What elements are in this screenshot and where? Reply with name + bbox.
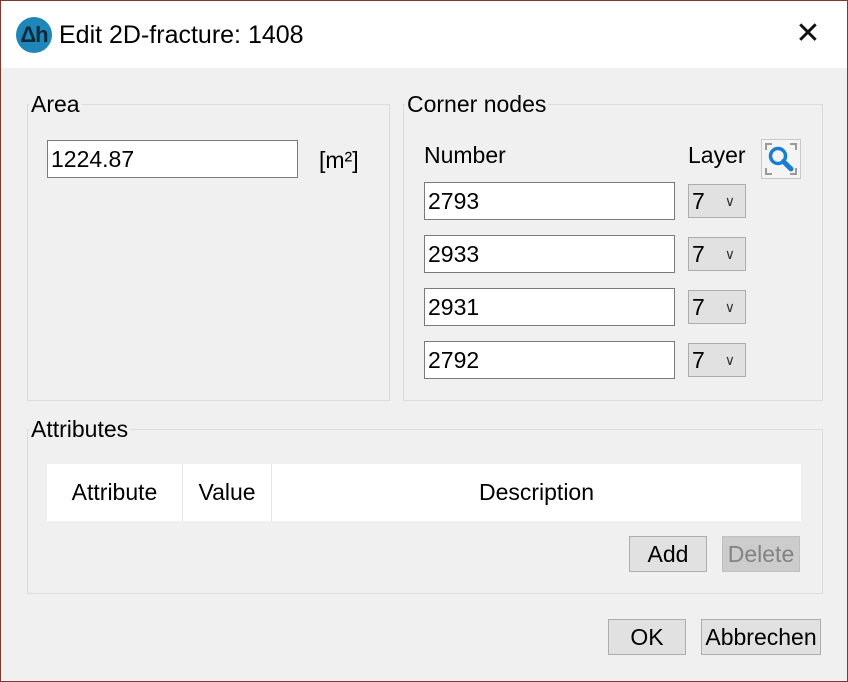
layer-select-value: 7 <box>692 241 705 267</box>
layer-select-value: 7 <box>692 347 705 373</box>
layer-select-4[interactable]: 7 ∨ <box>688 343 746 377</box>
column-header-description[interactable]: Description <box>272 464 801 521</box>
chevron-down-icon: ∨ <box>724 352 735 368</box>
number-column-header: Number <box>424 142 506 168</box>
attributes-table[interactable]: Attribute Value Description <box>47 464 801 521</box>
close-icon[interactable]: ✕ <box>791 19 825 49</box>
corner-nodes-group-title: Corner nodes <box>405 91 549 118</box>
node-number-input-3[interactable]: 2931 <box>424 288 675 326</box>
ok-button[interactable]: OK <box>608 619 686 655</box>
layer-select-value: 7 <box>692 188 705 214</box>
app-logo-icon: Δh <box>16 17 52 53</box>
chevron-down-icon: ∨ <box>724 299 735 315</box>
layer-select-value: 7 <box>692 294 705 320</box>
layer-select-2[interactable]: 7 ∨ <box>688 237 746 271</box>
layer-select-1[interactable]: 7 ∨ <box>688 184 746 218</box>
dialog-window: Δh Edit 2D-fracture: 1408 ✕ Area 1224.87… <box>0 0 848 682</box>
layer-column-header: Layer <box>688 142 746 168</box>
window-title: Edit 2D-fracture: 1408 <box>59 21 304 49</box>
add-attribute-button[interactable]: Add <box>629 536 707 572</box>
column-header-value[interactable]: Value <box>183 464 272 521</box>
chevron-down-icon: ∨ <box>724 246 735 262</box>
area-unit-label: [m²] <box>319 147 359 173</box>
area-input[interactable]: 1224.87 <box>47 140 298 178</box>
title-bar[interactable]: Δh Edit 2D-fracture: 1408 ✕ <box>1 1 847 68</box>
node-number-input-4[interactable]: 2792 <box>424 341 675 379</box>
area-group-title: Area <box>29 91 82 118</box>
node-number-input-1[interactable]: 2793 <box>424 182 675 220</box>
attributes-group-title: Attributes <box>29 416 131 443</box>
magnifier-icon <box>765 143 797 175</box>
layer-select-3[interactable]: 7 ∨ <box>688 290 746 324</box>
delete-attribute-button[interactable]: Delete <box>722 536 800 572</box>
column-header-attribute[interactable]: Attribute <box>47 464 183 521</box>
find-nodes-button[interactable] <box>761 139 801 179</box>
app-logo-text: Δh <box>20 22 48 47</box>
chevron-down-icon: ∨ <box>724 193 735 209</box>
cancel-button[interactable]: Abbrechen <box>701 619 821 655</box>
node-number-input-2[interactable]: 2933 <box>424 235 675 273</box>
